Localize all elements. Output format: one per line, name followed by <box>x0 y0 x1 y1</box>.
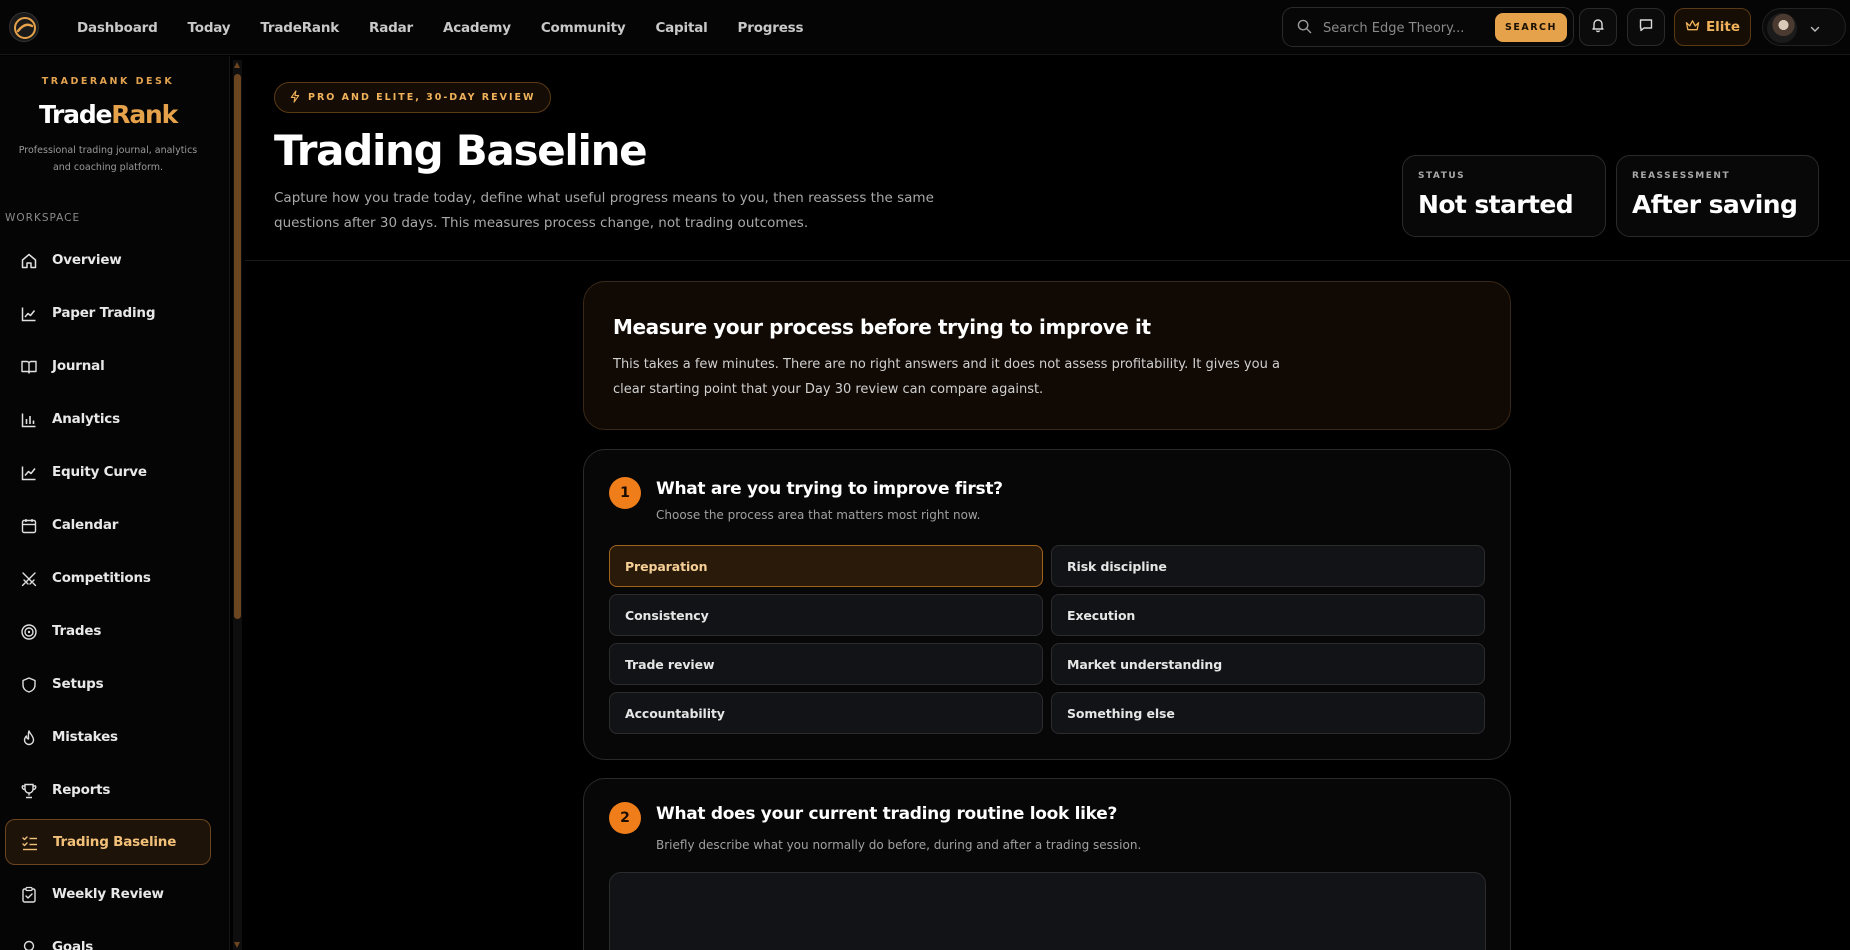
status-value: Not started <box>1418 190 1574 219</box>
clipboard-check-icon <box>20 886 38 904</box>
book-icon <box>20 358 38 376</box>
sidebar-item-trades[interactable]: Trades <box>5 609 211 655</box>
option-market-understanding[interactable]: Market understanding <box>1051 643 1485 685</box>
app-logo-icon[interactable] <box>9 12 39 42</box>
award-icon <box>20 939 38 950</box>
shield-icon <box>20 676 38 694</box>
routine-textarea[interactable] <box>609 872 1486 950</box>
main-nav: Dashboard Today TradeRank Radar Academy … <box>62 0 818 55</box>
intro-title: Measure your process before trying to im… <box>613 315 1151 339</box>
nav-traderank[interactable]: TradeRank <box>245 20 354 36</box>
page-description: Capture how you trade today, define what… <box>274 190 934 231</box>
sidebar-item-mistakes[interactable]: Mistakes <box>5 715 211 761</box>
sidebar-item-calendar[interactable]: Calendar <box>5 503 211 549</box>
page-header: PRO AND ELITE, 30-DAY REVIEW Trading Bas… <box>245 56 1850 261</box>
crown-icon <box>1685 19 1700 36</box>
search-input[interactable] <box>1323 17 1503 39</box>
avatar <box>1767 13 1797 43</box>
top-navigation-bar: Dashboard Today TradeRank Radar Academy … <box>0 0 1850 55</box>
option-consistency[interactable]: Consistency <box>609 594 1043 636</box>
sidebar-item-analytics[interactable]: Analytics <box>5 397 211 443</box>
search-icon <box>1297 19 1312 38</box>
sidebar-scrollbar[interactable] <box>233 60 242 950</box>
elite-plan-button[interactable]: Elite <box>1674 8 1751 46</box>
desk-label: TRADERANK DESK <box>41 76 175 87</box>
option-trade-review[interactable]: Trade review <box>609 643 1043 685</box>
notifications-button[interactable] <box>1579 8 1617 46</box>
nav-radar[interactable]: Radar <box>354 20 428 36</box>
nav-community[interactable]: Community <box>526 20 641 36</box>
sidebar-item-overview[interactable]: Overview <box>5 238 211 284</box>
nav-today[interactable]: Today <box>173 20 246 36</box>
reassessment-value: After saving <box>1632 190 1798 219</box>
messages-button[interactable] <box>1627 8 1665 46</box>
intro-card: Measure your process before trying to im… <box>583 281 1511 430</box>
nav-dashboard[interactable]: Dashboard <box>62 20 173 36</box>
reassessment-label: REASSESSMENT <box>1632 171 1731 181</box>
chevron-down-icon <box>1809 20 1821 39</box>
option-risk-discipline[interactable]: Risk discipline <box>1051 545 1485 587</box>
page-title: Trading Baseline <box>274 126 648 175</box>
elite-label: Elite <box>1705 19 1741 35</box>
nav-progress[interactable]: Progress <box>723 20 819 36</box>
workspace-section-label: WORKSPACE <box>5 212 81 224</box>
line-chart-icon <box>20 305 38 323</box>
sidebar-item-journal[interactable]: Journal <box>5 344 211 390</box>
sidebar: TRADERANK DESK TradeRank Professional tr… <box>0 56 230 950</box>
bar-chart-icon <box>20 411 38 429</box>
intro-text: This takes a few minutes. There are no r… <box>613 357 1280 397</box>
target-icon <box>20 623 38 641</box>
trophy-icon <box>20 782 38 800</box>
sidebar-item-trading-baseline[interactable]: Trading Baseline <box>5 819 211 865</box>
option-execution[interactable]: Execution <box>1051 594 1485 636</box>
flame-icon <box>20 729 38 747</box>
sidebar-item-weekly-review[interactable]: Weekly Review <box>5 872 211 918</box>
sidebar-item-paper-trading[interactable]: Paper Trading <box>5 291 211 337</box>
plan-review-badge: PRO AND ELITE, 30-DAY REVIEW <box>274 82 552 113</box>
brand-wordmark[interactable]: TradeRank <box>0 100 216 129</box>
question-1-subtitle: Choose the process area that matters mos… <box>656 508 981 522</box>
checklist-icon <box>21 834 39 852</box>
calendar-icon <box>20 517 38 535</box>
reassessment-card: REASSESSMENT After saving <box>1616 155 1819 237</box>
chat-bubble-icon <box>1638 17 1654 37</box>
question-number-badge: 1 <box>609 477 641 509</box>
trend-icon <box>20 464 38 482</box>
option-something-else[interactable]: Something else <box>1051 692 1485 734</box>
question-1-card: 1 What are you trying to improve first? … <box>583 449 1511 760</box>
scrollbar-thumb[interactable] <box>234 74 241 619</box>
option-preparation[interactable]: Preparation <box>609 545 1043 587</box>
sidebar-item-equity-curve[interactable]: Equity Curve <box>5 450 211 496</box>
search-bar: SEARCH <box>1282 7 1574 47</box>
option-accountability[interactable]: Accountability <box>609 692 1043 734</box>
sidebar-item-reports[interactable]: Reports <box>5 768 211 814</box>
scroll-down-arrow-icon[interactable] <box>234 942 240 948</box>
status-label: STATUS <box>1418 171 1466 181</box>
sidebar-item-competitions[interactable]: Competitions <box>5 556 211 602</box>
nav-academy[interactable]: Academy <box>428 20 526 36</box>
question-1-title: What are you trying to improve first? <box>656 479 1003 499</box>
question-number-badge: 2 <box>609 802 641 834</box>
home-icon <box>20 252 38 270</box>
status-card: STATUS Not started <box>1402 155 1606 237</box>
swords-icon <box>20 570 38 588</box>
sidebar-item-goals[interactable]: Goals <box>5 925 211 950</box>
question-2-subtitle: Briefly describe what you normally do be… <box>656 838 1142 852</box>
question-2-card: 2 What does your current trading routine… <box>583 778 1511 950</box>
sidebar-item-setups[interactable]: Setups <box>5 662 211 708</box>
lightning-icon <box>289 89 301 106</box>
search-button[interactable]: SEARCH <box>1495 13 1567 42</box>
user-menu[interactable] <box>1762 8 1846 46</box>
bell-icon <box>1590 17 1606 37</box>
question-2-title: What does your current trading routine l… <box>656 804 1118 824</box>
brand-tagline: Professional trading journal, analytics … <box>18 145 198 173</box>
scroll-up-arrow-icon[interactable] <box>234 62 240 68</box>
nav-capital[interactable]: Capital <box>640 20 722 36</box>
